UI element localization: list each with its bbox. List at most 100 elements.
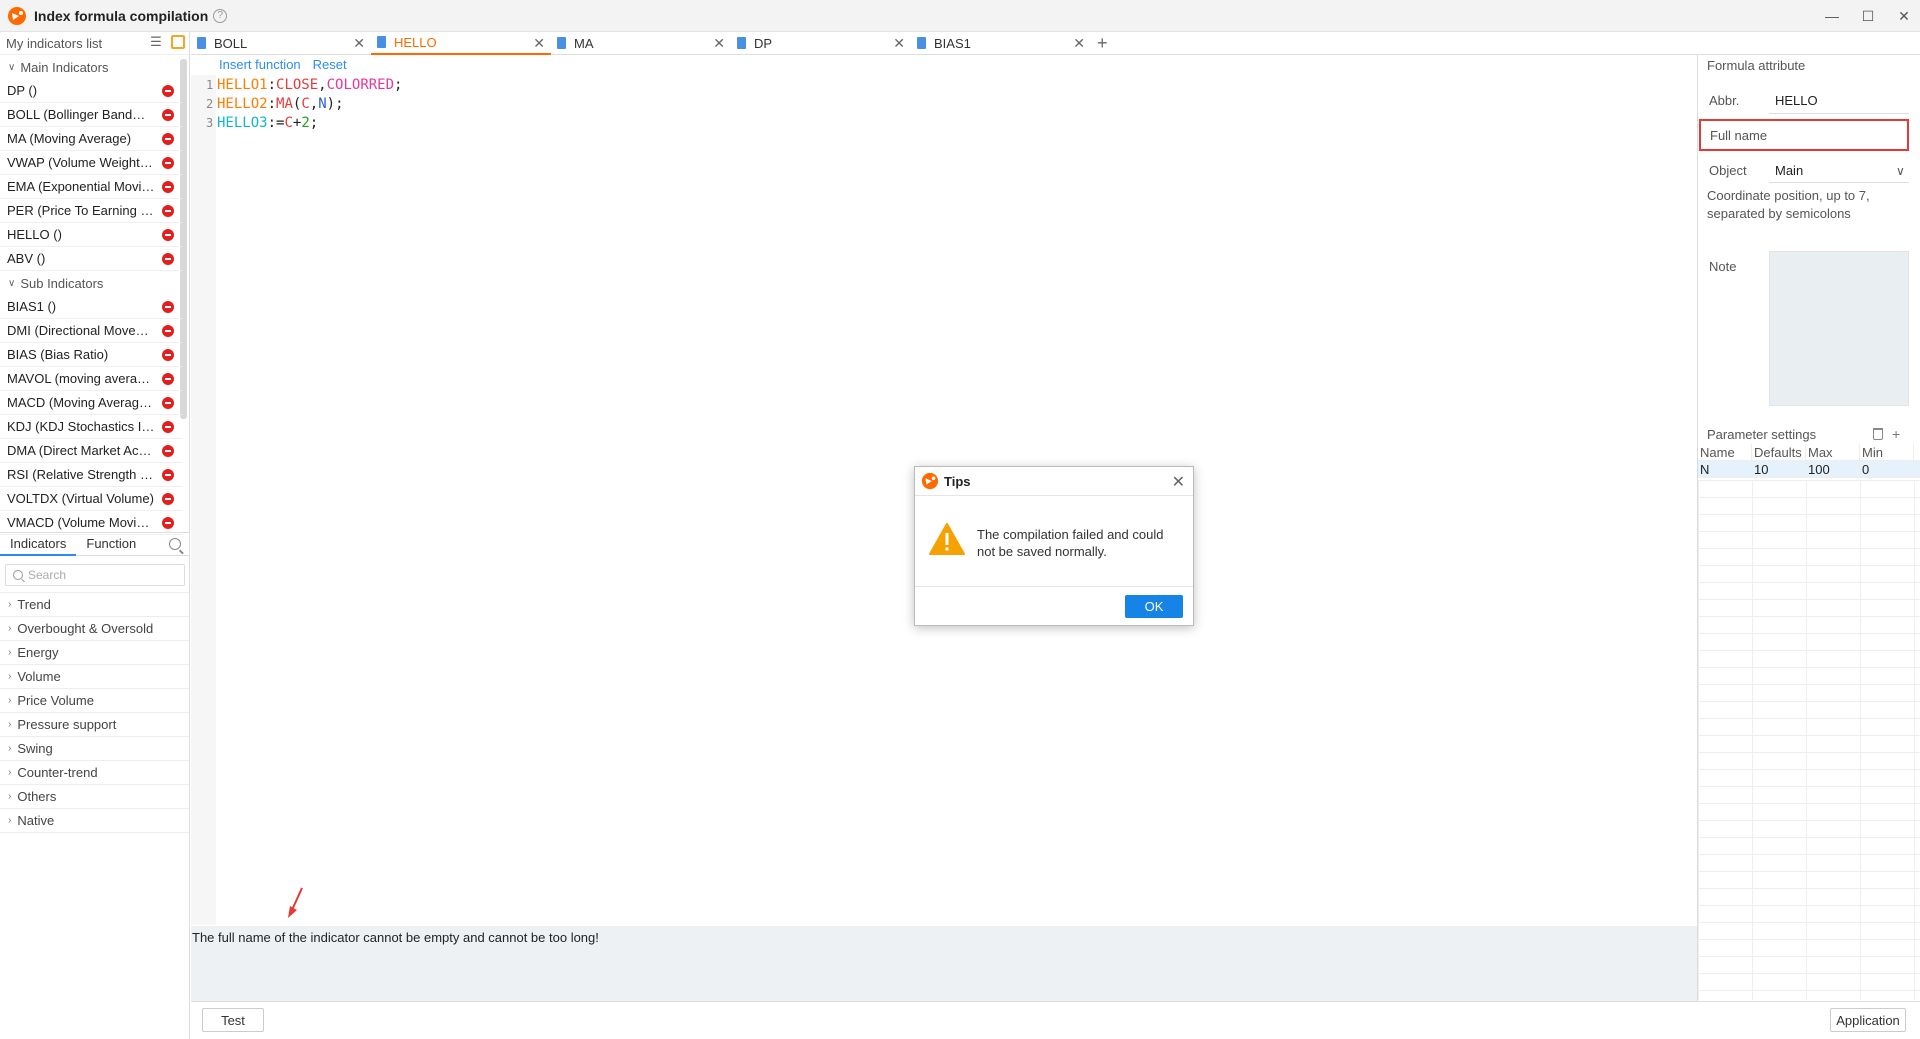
category-item[interactable]: › Price Volume xyxy=(0,689,189,713)
app-logo-icon xyxy=(8,6,26,25)
delete-icon[interactable] xyxy=(162,85,174,97)
chevron-right-icon: › xyxy=(8,647,12,658)
parameter-settings-title: Parameter settings xyxy=(1707,427,1817,442)
table-row[interactable]: N 10 100 0 xyxy=(1698,461,1920,478)
indicator-item[interactable]: MAVOL (moving average volume) xyxy=(0,367,182,391)
full-name-field[interactable]: Full name xyxy=(1699,119,1909,151)
indicator-item[interactable]: BOLL (Bollinger BandWidth) xyxy=(0,103,182,127)
category-item[interactable]: › Pressure support xyxy=(0,713,189,737)
indicator-item[interactable]: DP () xyxy=(0,79,182,103)
delete-icon[interactable] xyxy=(162,373,174,385)
tab-dp[interactable]: DP ✕ xyxy=(731,32,911,55)
chevron-down-icon: ∨ xyxy=(8,277,16,289)
indicator-item[interactable]: VOLTDX (Virtual Volume) xyxy=(0,487,182,511)
formula-attribute-panel: Formula attribute Abbr. HELLO Full name … xyxy=(1697,55,1920,1001)
code-line: 3 HELLO3:=C+2; xyxy=(206,115,319,131)
object-select[interactable]: Main xyxy=(1775,163,1803,178)
delete-icon[interactable] xyxy=(162,421,174,433)
group-main-indicators[interactable]: ∨ Main Indicators xyxy=(0,55,189,79)
bottom-bar xyxy=(191,1001,1920,1039)
category-item[interactable]: › Swing xyxy=(0,737,189,761)
indicator-item[interactable]: EMA (Exponential Moving Average) xyxy=(0,175,182,199)
delete-icon[interactable] xyxy=(162,349,174,361)
tab-bias1[interactable]: BIAS1 ✕ xyxy=(911,32,1091,55)
delete-icon[interactable] xyxy=(162,301,174,313)
delete-icon[interactable] xyxy=(162,157,174,169)
close-icon[interactable]: ✕ xyxy=(353,35,365,52)
delete-icon[interactable] xyxy=(162,109,174,121)
indicator-item[interactable]: VWAP (Volume Weighted Average Price) xyxy=(0,151,182,175)
delete-icon[interactable] xyxy=(162,445,174,457)
add-tab-icon[interactable]: + xyxy=(1097,33,1108,54)
help-icon[interactable]: ? xyxy=(213,8,228,23)
indicator-item[interactable]: BIAS1 () xyxy=(0,295,182,319)
delete-icon[interactable] xyxy=(162,493,174,505)
tab-indicators[interactable]: Indicators xyxy=(0,532,77,556)
close-icon[interactable]: ✕ xyxy=(1172,472,1185,492)
category-item[interactable]: › Native xyxy=(0,809,189,833)
chevron-down-icon[interactable]: ∨ xyxy=(1896,164,1905,178)
abbr-field[interactable]: HELLO xyxy=(1775,93,1818,108)
sidebar-tabs: Indicators Function xyxy=(0,532,189,556)
test-button[interactable]: Test xyxy=(202,1008,264,1032)
coordinate-hint: Coordinate position, up to 7, separated … xyxy=(1707,188,1870,221)
chevron-down-icon: ∨ xyxy=(8,61,16,73)
trash-icon[interactable] xyxy=(1873,428,1883,440)
tab-boll[interactable]: BOLL ✕ xyxy=(191,32,371,55)
sidebar-header: My indicators list ☰ xyxy=(0,32,189,55)
indicator-item[interactable]: DMA (Direct Market Access) xyxy=(0,439,182,463)
grid-view-icon[interactable] xyxy=(171,35,185,49)
file-icon xyxy=(557,37,566,49)
category-item[interactable]: › Overbought & Oversold xyxy=(0,617,189,641)
delete-icon[interactable] xyxy=(162,469,174,481)
category-item[interactable]: › Volume xyxy=(0,665,189,689)
abbr-label: Abbr. xyxy=(1709,93,1740,108)
tab-hello[interactable]: HELLO ✕ xyxy=(371,32,551,55)
code-editor[interactable]: 1 HELLO1:CLOSE,COLORRED; 2 HELLO2:MA(C,N);… xyxy=(206,76,402,133)
delete-icon[interactable] xyxy=(162,181,174,193)
category-item[interactable]: › Others xyxy=(0,785,189,809)
close-icon[interactable]: ✕ xyxy=(713,35,725,52)
delete-icon[interactable] xyxy=(162,397,174,409)
editor-toolbar: Insert function Reset xyxy=(219,57,347,72)
delete-icon[interactable] xyxy=(162,229,174,241)
indicator-item[interactable]: KDJ (KDJ Stochastics Indicator) xyxy=(0,415,182,439)
indicator-item[interactable]: ABV () xyxy=(0,247,182,271)
tab-function[interactable]: Function xyxy=(76,532,146,556)
delete-icon[interactable] xyxy=(162,205,174,217)
search-icon[interactable] xyxy=(169,538,181,550)
indicator-item[interactable]: HELLO () xyxy=(0,223,182,247)
reset-link[interactable]: Reset xyxy=(313,57,347,72)
indicator-item[interactable]: DMI (Directional Movement Index) xyxy=(0,319,182,343)
compile-error-message: The full name of the indicator cannot be… xyxy=(192,930,599,945)
dialog-title: Tips xyxy=(944,473,971,489)
close-icon[interactable]: ✕ xyxy=(533,35,545,52)
category-item[interactable]: › Trend xyxy=(0,593,189,617)
delete-icon[interactable] xyxy=(162,325,174,337)
close-icon[interactable]: ✕ xyxy=(893,35,905,52)
category-item[interactable]: › Counter-trend xyxy=(0,761,189,785)
parameter-grid xyxy=(1698,480,1920,1000)
delete-icon[interactable] xyxy=(162,517,174,529)
indicator-item[interactable]: PER (Price To Earning Ratio) xyxy=(0,199,182,223)
add-parameter-icon[interactable]: + xyxy=(1892,426,1900,442)
group-sub-indicators[interactable]: ∨ Sub Indicators xyxy=(0,271,189,295)
list-view-icon[interactable]: ☰ xyxy=(149,35,163,49)
indicator-item[interactable]: BIAS (Bias Ratio) xyxy=(0,343,182,367)
ok-button[interactable]: OK xyxy=(1125,595,1183,618)
note-textarea[interactable] xyxy=(1769,251,1909,406)
category-item[interactable]: › Energy xyxy=(0,641,189,665)
delete-icon[interactable] xyxy=(162,253,174,265)
indicator-item[interactable]: MACD (Moving Average Convergence Diverge… xyxy=(0,391,182,415)
indicator-item[interactable]: RSI (Relative Strength Index) xyxy=(0,463,182,487)
search-input[interactable]: Search xyxy=(5,564,185,586)
close-window-button[interactable]: ✕ xyxy=(1888,0,1920,32)
tab-ma[interactable]: MA ✕ xyxy=(551,32,731,55)
application-button[interactable]: Application xyxy=(1830,1008,1906,1032)
indicator-item[interactable]: MA (Moving Average) xyxy=(0,127,182,151)
delete-icon[interactable] xyxy=(162,133,174,145)
minimize-button[interactable]: — xyxy=(1816,0,1848,32)
close-icon[interactable]: ✕ xyxy=(1073,35,1085,52)
maximize-button[interactable]: ☐ xyxy=(1852,0,1884,32)
insert-function-link[interactable]: Insert function xyxy=(219,57,301,72)
